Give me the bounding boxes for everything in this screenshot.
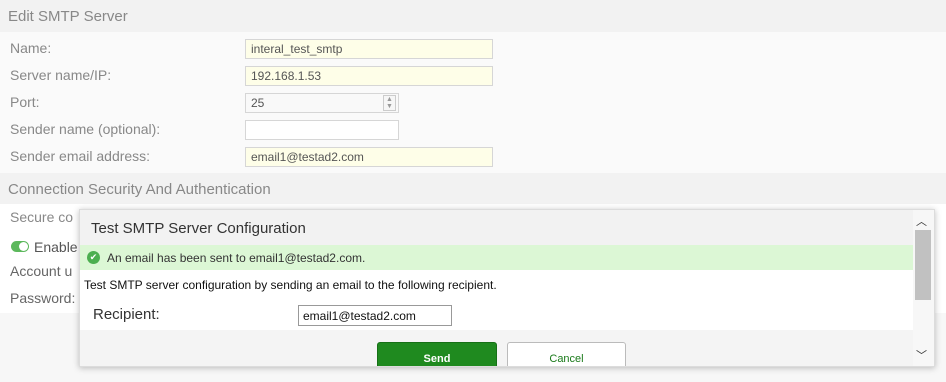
port-field[interactable]: 25 ▲ ▼	[245, 93, 399, 113]
port-label: Port:	[10, 94, 40, 110]
password-label: Password:	[10, 290, 76, 306]
chevron-up-icon[interactable]: ︿	[916, 213, 927, 229]
sender-email-label: Sender email address:	[10, 148, 151, 164]
name-label: Name:	[10, 40, 52, 56]
cancel-button[interactable]: Cancel	[507, 342, 626, 366]
sender-name-label: Sender name (optional):	[10, 121, 161, 137]
port-stepper[interactable]: ▲ ▼	[383, 95, 396, 111]
success-message: An email has been sent to email1@testad2…	[107, 251, 366, 265]
account-label: Account u	[10, 263, 73, 279]
enable-label: Enable	[34, 239, 78, 255]
enable-toggle[interactable]	[11, 241, 29, 252]
recipient-input[interactable]	[298, 305, 452, 326]
edit-smtp-header: Edit SMTP Server	[0, 0, 946, 32]
check-circle-icon: ✔	[87, 251, 100, 264]
server-label: Server name/IP:	[10, 67, 112, 83]
scrollbar-thumb[interactable]	[915, 230, 931, 300]
security-header: Connection Security And Authentication	[0, 173, 946, 204]
secure-connection-label: Secure co	[10, 209, 74, 225]
security-title: Connection Security And Authentication	[8, 181, 271, 198]
name-field[interactable]: interal_test_smtp	[245, 39, 493, 59]
success-banner: ✔ An email has been sent to email1@testa…	[80, 245, 913, 270]
dialog-description: Test SMTP server configuration by sendin…	[84, 278, 497, 292]
sender-email-field[interactable]: email1@testad2.com	[245, 147, 493, 167]
port-value: 25	[251, 96, 265, 110]
edit-smtp-title: Edit SMTP Server	[8, 8, 128, 25]
server-field[interactable]: 192.168.1.53	[245, 66, 493, 86]
send-button[interactable]: Send	[377, 342, 497, 366]
dialog-title: Test SMTP Server Configuration	[91, 220, 306, 237]
dialog-header: Test SMTP Server Configuration	[80, 210, 913, 245]
recipient-label: Recipient:	[93, 306, 160, 323]
recipient-row	[80, 303, 913, 330]
test-smtp-dialog: Test SMTP Server Configuration ✔ An emai…	[79, 209, 935, 367]
sender-name-field[interactable]	[245, 120, 399, 140]
chevron-down-icon[interactable]: ﹀	[916, 347, 927, 363]
